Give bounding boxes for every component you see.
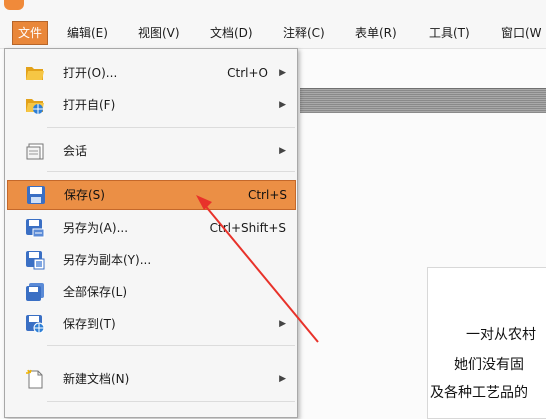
submenu-arrow-icon: ▶ bbox=[279, 319, 286, 329]
toolbar-band bbox=[300, 88, 546, 113]
submenu-arrow-icon: ▶ bbox=[279, 146, 286, 156]
menu-item-save-all[interactable]: 全部保存(L) bbox=[7, 278, 294, 306]
menu-item-new-document[interactable]: 新建文档(N) ▶ bbox=[7, 365, 294, 393]
page-text-line: 一对从农村 bbox=[466, 327, 536, 343]
menu-item-session[interactable]: 会话 ▶ bbox=[7, 137, 294, 165]
menu-comment[interactable]: 注释(C) bbox=[278, 22, 330, 44]
document-page: 一对从农村 她们没有固 及各种工艺品的 bbox=[427, 267, 546, 419]
save-copy-icon bbox=[25, 250, 45, 270]
menu-item-label: 保存(S) bbox=[64, 188, 105, 202]
file-menu-dropdown: 打开(O)... Ctrl+O ▶ 打开自(F) ▶ 会话 ▶ 保存(S) Ct… bbox=[4, 48, 298, 418]
page-text-line: 及各种工艺品的 bbox=[430, 385, 528, 401]
session-icon bbox=[25, 141, 45, 161]
page-text-line: 她们没有固 bbox=[454, 357, 524, 373]
menu-document[interactable]: 文档(D) bbox=[205, 22, 258, 44]
menu-separator bbox=[47, 127, 295, 128]
menu-item-save[interactable]: 保存(S) Ctrl+S bbox=[7, 180, 296, 210]
menu-item-label: 会话 bbox=[63, 144, 88, 158]
new-document-icon bbox=[25, 369, 45, 389]
menu-item-open[interactable]: 打开(O)... Ctrl+O ▶ bbox=[7, 59, 294, 87]
menu-file[interactable]: 文件 bbox=[12, 21, 49, 45]
submenu-arrow-icon: ▶ bbox=[279, 68, 286, 78]
menu-edit[interactable]: 编辑(E) bbox=[62, 22, 113, 44]
submenu-arrow-icon: ▶ bbox=[279, 100, 286, 110]
title-strip bbox=[0, 0, 546, 18]
save-icon bbox=[26, 185, 46, 205]
menu-item-label: 另存为副本(Y)... bbox=[63, 253, 152, 267]
folder-open-icon bbox=[25, 63, 45, 83]
shortcut-label: Ctrl+O bbox=[227, 66, 268, 80]
menu-item-label: 新建文档(N) bbox=[63, 372, 130, 386]
app-logo bbox=[4, 0, 24, 10]
menu-bar: 文件 编辑(E) 视图(V) 文档(D) 注释(C) 表单(R) 工具(T) 窗… bbox=[0, 18, 546, 49]
menu-item-label: 保存到(T) bbox=[63, 317, 116, 331]
menu-item-label: 全部保存(L) bbox=[63, 285, 128, 299]
menu-tools[interactable]: 工具(T) bbox=[424, 22, 475, 44]
folder-globe-icon bbox=[25, 95, 45, 115]
menu-item-save-as[interactable]: 另存为(A)... Ctrl+Shift+S bbox=[7, 214, 294, 242]
save-all-icon bbox=[25, 282, 45, 302]
menu-item-label: 打开(O)... bbox=[63, 66, 118, 80]
save-to-icon bbox=[25, 314, 45, 334]
shortcut-label: Ctrl+S bbox=[247, 188, 287, 202]
menu-form[interactable]: 表单(R) bbox=[350, 22, 402, 44]
menu-item-save-copy[interactable]: 另存为副本(Y)... bbox=[7, 246, 294, 274]
menu-item-save-to[interactable]: 保存到(T) ▶ bbox=[7, 310, 294, 338]
save-as-icon bbox=[25, 218, 45, 238]
menu-window[interactable]: 窗口(W bbox=[496, 22, 546, 44]
menu-item-open-from[interactable]: 打开自(F) ▶ bbox=[7, 91, 294, 119]
menu-separator bbox=[47, 171, 295, 172]
menu-separator bbox=[47, 345, 295, 346]
menu-item-label: 打开自(F) bbox=[63, 98, 116, 112]
submenu-arrow-icon: ▶ bbox=[279, 374, 286, 384]
menu-view[interactable]: 视图(V) bbox=[133, 22, 185, 44]
menu-item-label: 另存为(A)... bbox=[63, 221, 129, 235]
shortcut-label: Ctrl+Shift+S bbox=[209, 221, 286, 235]
menu-separator bbox=[47, 401, 295, 402]
